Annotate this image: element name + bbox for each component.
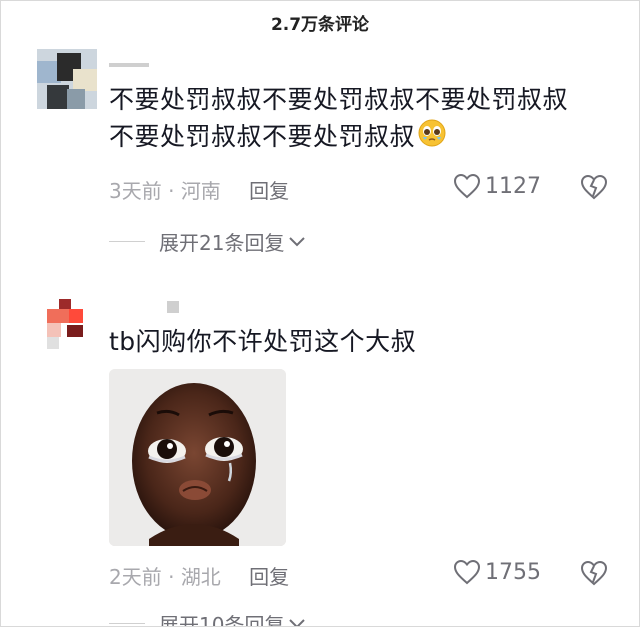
divider-line	[109, 241, 145, 242]
broken-heart-icon	[580, 174, 608, 200]
comment-time: 2天前	[109, 565, 162, 589]
meta-separator: ·	[161, 179, 181, 203]
username-redacted[interactable]	[109, 63, 149, 67]
heart-icon	[453, 173, 481, 199]
username-redacted[interactable]	[167, 301, 179, 313]
comment-text-line: tb闪购你不许处罚这个大叔	[109, 327, 417, 356]
comment-text-line: 不要处罚叔叔不要处罚叔叔	[109, 122, 416, 151]
expand-replies-label: 展开21条回复	[159, 231, 285, 255]
like-button[interactable]: 1127	[453, 173, 541, 199]
reply-button[interactable]: 回复	[249, 179, 289, 203]
comment-meta: 3天前 · 河南 回复	[109, 175, 289, 204]
meta-separator: ·	[161, 565, 181, 589]
broken-heart-icon	[580, 560, 608, 586]
comment-location: 湖北	[180, 565, 221, 589]
dislike-button[interactable]	[580, 174, 608, 204]
comment-text-line: 不要处罚叔叔不要处罚叔叔不要处罚叔叔	[109, 85, 569, 114]
comment-meta: 2天前 · 湖北 回复	[109, 561, 289, 590]
chevron-down-icon	[289, 236, 306, 246]
comments-panel: 2.7万条评论 不要处罚叔叔不要处罚叔叔不要处罚叔叔 不要处罚叔叔不要处罚叔叔	[0, 0, 640, 627]
chevron-down-icon	[289, 618, 306, 626]
comment-image[interactable]	[109, 369, 286, 546]
divider-line	[109, 623, 145, 624]
avatar[interactable]	[47, 299, 87, 351]
comment-location: 河南	[180, 179, 221, 203]
expand-replies-button[interactable]: 展开10条回复	[109, 609, 306, 627]
heart-icon	[453, 559, 481, 585]
avatar[interactable]	[37, 49, 97, 109]
expand-replies-label: 展开10条回复	[159, 613, 285, 627]
like-button[interactable]: 1755	[453, 559, 541, 585]
like-count: 1127	[485, 173, 541, 199]
comment-body: 不要处罚叔叔不要处罚叔叔不要处罚叔叔 不要处罚叔叔不要处罚叔叔	[109, 81, 568, 158]
expand-replies-button[interactable]: 展开21条回复	[109, 227, 306, 256]
crying-doll-sticker	[109, 369, 286, 546]
like-count: 1755	[485, 559, 541, 585]
dislike-button[interactable]	[580, 560, 608, 590]
reply-button[interactable]: 回复	[249, 565, 289, 589]
pleading-face-icon	[417, 118, 447, 158]
comment-count-title: 2.7万条评论	[270, 15, 370, 35]
comment-time: 3天前	[109, 179, 162, 203]
